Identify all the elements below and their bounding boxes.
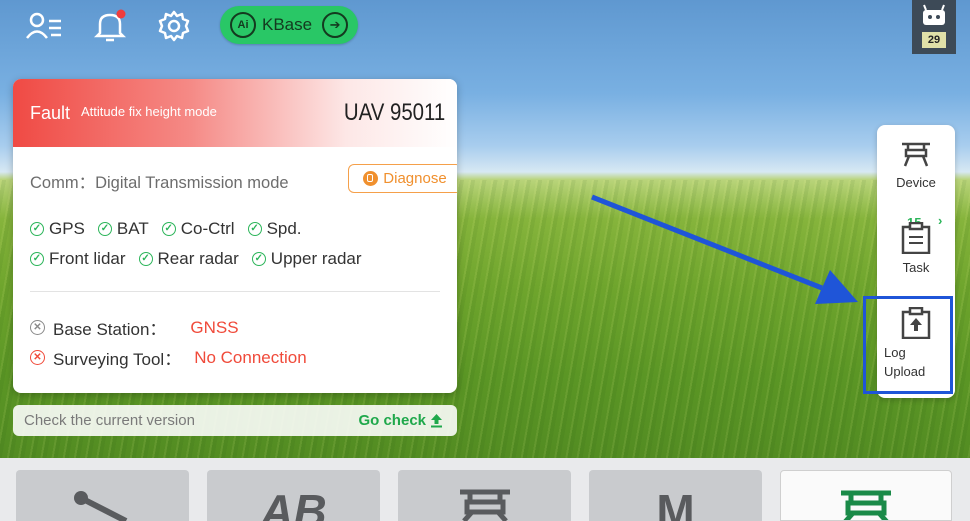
mode-tab-m[interactable]: M [589,470,762,521]
device-button[interactable]: Device [877,139,955,192]
annotation-highlight-box [863,296,953,394]
mode-tab-drone[interactable] [398,470,571,521]
clipboard-icon [901,222,931,254]
task-label: Task [902,260,930,275]
bottom-mode-bar: AB M [0,458,970,521]
drone-icon [902,142,930,167]
mode-tab-line[interactable] [16,470,189,521]
drone-icon [841,490,891,520]
drone-icon [460,489,510,521]
mode-tab-label: AB [260,485,327,521]
annotation-arrow [591,194,858,304]
device-label: Device [896,175,936,190]
mode-tab-ab[interactable]: AB [207,470,380,521]
mode-tab-device-active[interactable] [780,470,952,521]
task-button[interactable]: Task [877,222,955,277]
line-route-icon [74,491,128,521]
mode-tab-label: M [656,485,695,521]
